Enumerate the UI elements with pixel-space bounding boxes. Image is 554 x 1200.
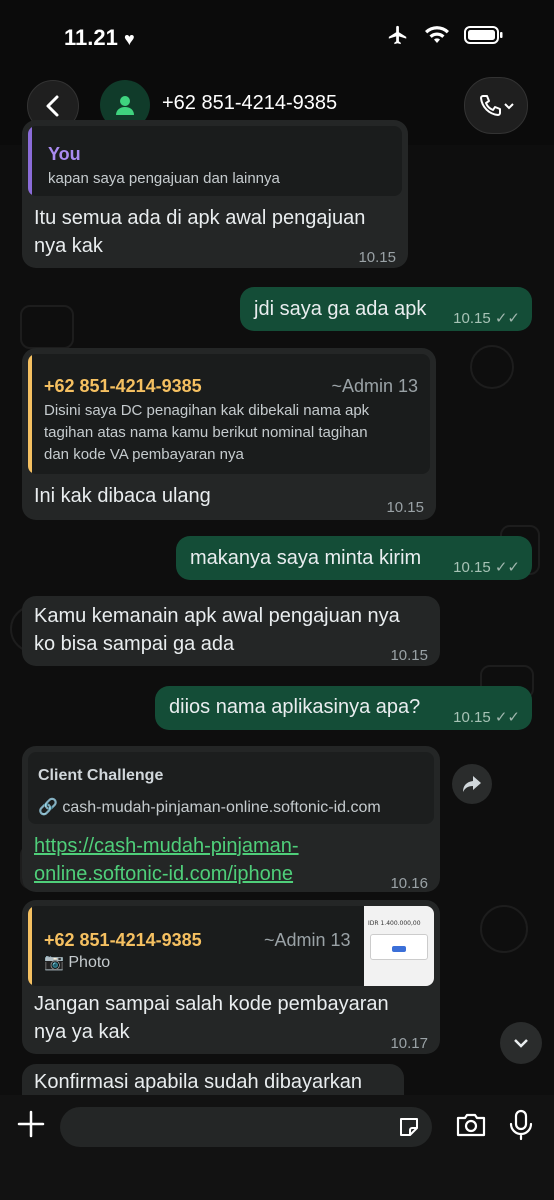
message-time: 10.16: [390, 875, 428, 892]
quoted-photo[interactable]: +62 851-4214-9385 ~Admin 13 📷 Photo IDR …: [28, 906, 434, 986]
photo-thumbnail[interactable]: IDR 1.400.000,00: [364, 906, 434, 986]
person-icon: [116, 96, 134, 115]
forward-button[interactable]: [452, 764, 492, 804]
message-time: 10.15: [390, 647, 428, 664]
message-time: 10.15 ✓✓: [453, 310, 520, 327]
attach-button[interactable]: [16, 1109, 46, 1139]
double-check-icon: ✓✓: [494, 709, 520, 726]
camera-icon: [456, 1113, 486, 1137]
camera-icon: 📷: [44, 954, 64, 971]
link-preview[interactable]: Client Challenge 🔗 cash-mudah-pinjaman-o…: [28, 752, 434, 824]
airplane-icon: [388, 25, 407, 45]
message-text: Kamu kemanain apk awal pengajuan nya ko …: [34, 605, 400, 655]
message-incoming[interactable]: You kapan saya pengajuan dan lainnya Itu…: [22, 120, 408, 268]
link-icon: 🔗: [38, 799, 58, 816]
quote-sender: +62 851-4214-9385: [44, 376, 202, 396]
call-button[interactable]: [464, 77, 528, 134]
plus-icon: [17, 1110, 45, 1138]
preview-title: Client Challenge: [38, 767, 164, 784]
quote-text: kapan saya pengajuan dan lainnya: [48, 170, 280, 187]
chevron-down-icon: [514, 1039, 528, 1048]
message-outgoing[interactable]: makanya saya minta kirim 10.15 ✓✓: [176, 536, 532, 580]
quoted-message[interactable]: You kapan saya pengajuan dan lainnya: [28, 126, 402, 196]
message-outgoing[interactable]: jdi saya ga ada apk 10.15 ✓✓: [240, 287, 532, 331]
chevron-down-icon: [504, 102, 514, 109]
sticker-icon: [400, 1118, 418, 1136]
forward-icon: [463, 776, 481, 792]
quote-admin-label: ~Admin 13: [264, 930, 351, 950]
message-text: jdi saya ga ada apk: [254, 298, 427, 320]
preview-url: 🔗 cash-mudah-pinjaman-online.softonic-id…: [38, 799, 381, 816]
camera-button[interactable]: [455, 1111, 487, 1144]
message-time: 10.15 ✓✓: [453, 559, 520, 576]
sticker-button[interactable]: [398, 1116, 420, 1143]
wifi-icon: [425, 26, 449, 43]
message-time: 10.17: [390, 1035, 428, 1052]
chevron-left-icon: [46, 95, 59, 117]
message-link[interactable]: https://cash-mudah-pinjaman- online.soft…: [34, 832, 299, 888]
status-bar: 11.21 ♥: [0, 0, 554, 70]
message-incoming[interactable]: Kamu kemanain apk awal pengajuan nya ko …: [22, 596, 440, 666]
status-time: 11.21 ♥: [64, 25, 135, 50]
message-input[interactable]: [60, 1107, 432, 1147]
message-text: Jangan sampai salah kode pembayaran nya …: [34, 993, 389, 1043]
message-text: makanya saya minta kirim: [190, 547, 422, 569]
heart-icon: ♥: [123, 29, 135, 49]
message-time: 10.15: [358, 249, 396, 266]
battery-icon: [464, 26, 503, 44]
message-incoming[interactable]: +62 851-4214-9385 ~Admin 13 📷 Photo IDR …: [22, 900, 440, 1054]
quote-type: 📷 Photo: [44, 954, 111, 971]
message-text: Ini kak dibaca ulang: [34, 485, 211, 507]
message-time: 10.15 ✓✓: [453, 709, 520, 726]
microphone-icon: [509, 1109, 533, 1141]
message-text: Konfirmasi apabila sudah dibayarkan: [34, 1071, 362, 1093]
compose-bar: [0, 1095, 554, 1200]
quote-sender: +62 851-4214-9385: [44, 930, 202, 950]
double-check-icon: ✓✓: [494, 310, 520, 327]
quote-text: Disini saya DC penagihan kak dibekali na…: [44, 402, 370, 463]
phone-icon: [480, 94, 501, 116]
message-incoming-link[interactable]: Client Challenge 🔗 cash-mudah-pinjaman-o…: [22, 746, 440, 892]
scroll-down-button[interactable]: [500, 1022, 542, 1064]
microphone-button[interactable]: [508, 1109, 534, 1146]
contact-name[interactable]: +62 851-4214-9385: [162, 92, 337, 115]
message-incoming[interactable]: +62 851-4214-9385 ~Admin 13 Disini saya …: [22, 348, 436, 520]
quote-admin-label: ~Admin 13: [331, 376, 418, 396]
quote-sender: You: [48, 144, 81, 164]
status-icons: [386, 24, 504, 46]
double-check-icon: ✓✓: [494, 559, 520, 576]
message-outgoing[interactable]: diios nama aplikasinya apa? 10.15 ✓✓: [155, 686, 532, 730]
message-text: diios nama aplikasinya apa?: [169, 696, 421, 718]
message-text: Itu semua ada di apk awal pengajuan nya …: [34, 207, 366, 257]
quoted-message[interactable]: +62 851-4214-9385 ~Admin 13 Disini saya …: [28, 354, 430, 474]
message-time: 10.15: [386, 499, 424, 516]
